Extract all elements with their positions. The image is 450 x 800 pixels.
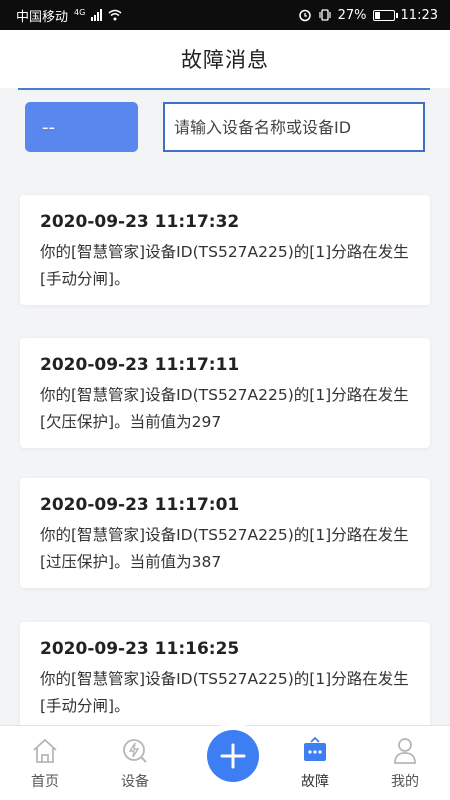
search-input[interactable] — [163, 102, 425, 152]
message-text: 你的[智慧管家]设备ID(TS527A225)的[1]分路在发生[欠压保护]。当… — [40, 386, 409, 431]
message-time: 2020-09-23 11:16:25 — [40, 639, 240, 659]
message-text: 你的[智慧管家]设备ID(TS527A225)的[1]分路在发生[手动分闸]。 — [40, 670, 409, 715]
status-bar: 中国移动 4G 27% 11:23 — [0, 0, 450, 30]
page-title: 故障消息 — [181, 48, 269, 72]
nav-item-mine[interactable]: 我的 — [370, 726, 440, 800]
carrier-label: 中国移动 — [16, 9, 69, 25]
device-bolt-icon — [123, 739, 147, 763]
wifi-icon — [108, 9, 122, 21]
home-icon — [33, 738, 57, 763]
nav-label-mine: 我的 — [391, 774, 419, 790]
fault-message-icon — [304, 736, 326, 761]
signal-icon — [91, 9, 103, 21]
plus-icon — [220, 743, 246, 769]
filter-bar: -- — [0, 90, 450, 165]
vibrate-icon — [319, 9, 331, 21]
message-time: 2020-09-23 11:17:01 — [40, 495, 240, 515]
message-text: 你的[智慧管家]设备ID(TS527A225)的[1]分路在发生[手动分闸]。 — [40, 243, 409, 288]
message-card[interactable]: 2020-09-23 11:17:01 你的[智慧管家]设备ID(TS527A2… — [20, 478, 430, 588]
nav-label-device: 设备 — [121, 774, 149, 790]
message-time: 2020-09-23 11:17:32 — [40, 212, 240, 232]
message-time: 2020-09-23 11:17:11 — [40, 355, 240, 375]
network-type: 4G — [74, 7, 86, 17]
fault-message-list[interactable]: 2020-09-23 11:17:32 你的[智慧管家]设备ID(TS527A2… — [0, 165, 450, 725]
message-text: 你的[智慧管家]设备ID(TS527A225)的[1]分路在发生[过压保护]。当… — [40, 526, 409, 571]
add-button[interactable] — [207, 730, 259, 782]
user-icon — [394, 738, 416, 764]
alarm-icon — [298, 9, 311, 22]
nav-label-fault: 故障 — [301, 774, 329, 790]
nav-item-home[interactable]: 首页 — [10, 726, 80, 800]
message-card[interactable]: 2020-09-23 11:16:25 你的[智慧管家]设备ID(TS527A2… — [20, 622, 430, 725]
header: 故障消息 — [0, 30, 450, 88]
nav-item-fault[interactable]: 故障 — [280, 726, 350, 800]
message-card[interactable]: 2020-09-23 11:17:11 你的[智慧管家]设备ID(TS527A2… — [20, 338, 430, 448]
message-card[interactable]: 2020-09-23 11:17:32 你的[智慧管家]设备ID(TS527A2… — [20, 195, 430, 305]
clock: 11:23 — [400, 7, 438, 23]
nav-label-home: 首页 — [31, 774, 59, 790]
battery-icon — [372, 9, 398, 21]
battery-percent: 27% — [337, 7, 367, 23]
nav-item-device[interactable]: 设备 — [100, 726, 170, 800]
device-select-button[interactable]: -- — [25, 102, 138, 152]
